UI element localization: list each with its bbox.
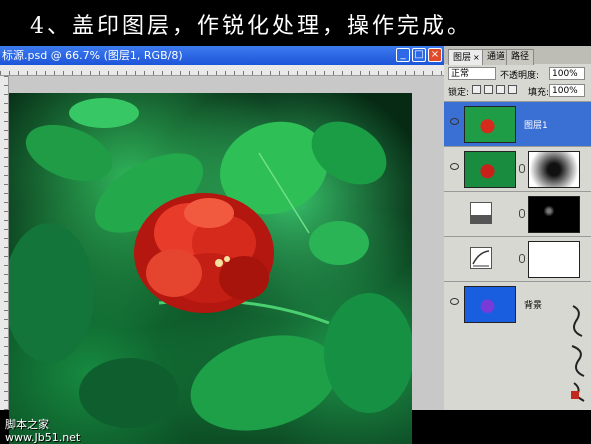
- minimize-button[interactable]: _: [396, 48, 410, 62]
- levels-adjustment-icon: [470, 202, 492, 224]
- lock-transparent-icon[interactable]: [472, 85, 481, 94]
- chain-link-icon: [519, 254, 525, 263]
- eye-icon[interactable]: [450, 208, 459, 215]
- lock-label: 锁定:: [448, 88, 470, 98]
- layer-mask-thumbnail[interactable]: [528, 241, 580, 278]
- eye-icon[interactable]: [450, 253, 459, 260]
- layer-name: 背景: [524, 301, 543, 311]
- layer-thumbnail: [464, 106, 516, 143]
- blend-row: 正常 不透明度: 100%: [448, 67, 588, 81]
- image-canvas[interactable]: [9, 93, 412, 444]
- lock-paint-icon[interactable]: [484, 85, 493, 94]
- eye-icon[interactable]: [450, 118, 459, 125]
- caption-text: 4、盖印图层，作锐化处理，操作完成。: [30, 14, 472, 39]
- window-title: 标源.psd @ 66.7% (图层1, RGB/8): [2, 49, 183, 62]
- panel-tabs: 图层 × 通道 路径: [444, 46, 591, 65]
- caption-band: 4、盖印图层，作锐化处理，操作完成。: [0, 0, 591, 46]
- watermark-site-name: 脚本之家: [5, 418, 49, 431]
- layer-row[interactable]: [444, 146, 591, 191]
- tab-layers[interactable]: 图层 ×: [448, 49, 485, 65]
- layer-row[interactable]: [444, 236, 591, 281]
- document-window[interactable]: 标源.psd @ 66.7% (图层1, RGB/8) _ □ × 脚本之家 w…: [0, 46, 444, 444]
- curves-adjustment-icon: [470, 247, 492, 269]
- calligraphy-signature: [571, 305, 585, 402]
- tab-layers-label: 图层: [453, 53, 472, 63]
- site-watermark: 脚本之家 www.Jb51.net: [5, 418, 80, 444]
- close-icon[interactable]: ×: [473, 53, 480, 62]
- close-button[interactable]: ×: [428, 48, 442, 62]
- opacity-input[interactable]: 100%: [549, 67, 585, 80]
- layer-thumbnail: [464, 151, 516, 188]
- fill-label: 填充:: [528, 88, 550, 98]
- blend-mode-select[interactable]: 正常: [448, 67, 496, 80]
- horizontal-ruler[interactable]: [0, 65, 444, 76]
- tab-paths[interactable]: 路径: [506, 49, 535, 65]
- eye-icon[interactable]: [450, 298, 459, 305]
- layer-name: 图层1: [524, 121, 548, 131]
- layer-thumbnail: [464, 286, 516, 323]
- chain-link-icon: [519, 209, 525, 218]
- layer-mask-thumbnail[interactable]: [528, 151, 580, 188]
- watermark-url: www.Jb51.net: [5, 431, 81, 444]
- lock-all-icon[interactable]: [508, 85, 517, 94]
- layer-row[interactable]: [444, 191, 591, 236]
- fill-input[interactable]: 100%: [549, 84, 585, 97]
- layers-panel[interactable]: 图层 × 通道 路径 正常 不透明度: 100% 锁定: 填充: 100% 图层1: [444, 46, 591, 410]
- maximize-button[interactable]: □: [412, 48, 426, 62]
- chain-link-icon: [519, 164, 525, 173]
- vertical-ruler[interactable]: [0, 76, 9, 410]
- flower-photo: [9, 98, 412, 431]
- lock-row: 锁定: 填充: 100%: [448, 84, 588, 98]
- layer-mask-thumbnail[interactable]: [528, 196, 580, 233]
- lock-move-icon[interactable]: [496, 85, 505, 94]
- opacity-label: 不透明度:: [500, 71, 540, 81]
- window-titlebar[interactable]: 标源.psd @ 66.7% (图层1, RGB/8) _ □ ×: [0, 46, 444, 65]
- layer-row[interactable]: 图层1: [444, 101, 591, 146]
- eye-icon[interactable]: [450, 163, 459, 170]
- red-flower: [134, 193, 274, 313]
